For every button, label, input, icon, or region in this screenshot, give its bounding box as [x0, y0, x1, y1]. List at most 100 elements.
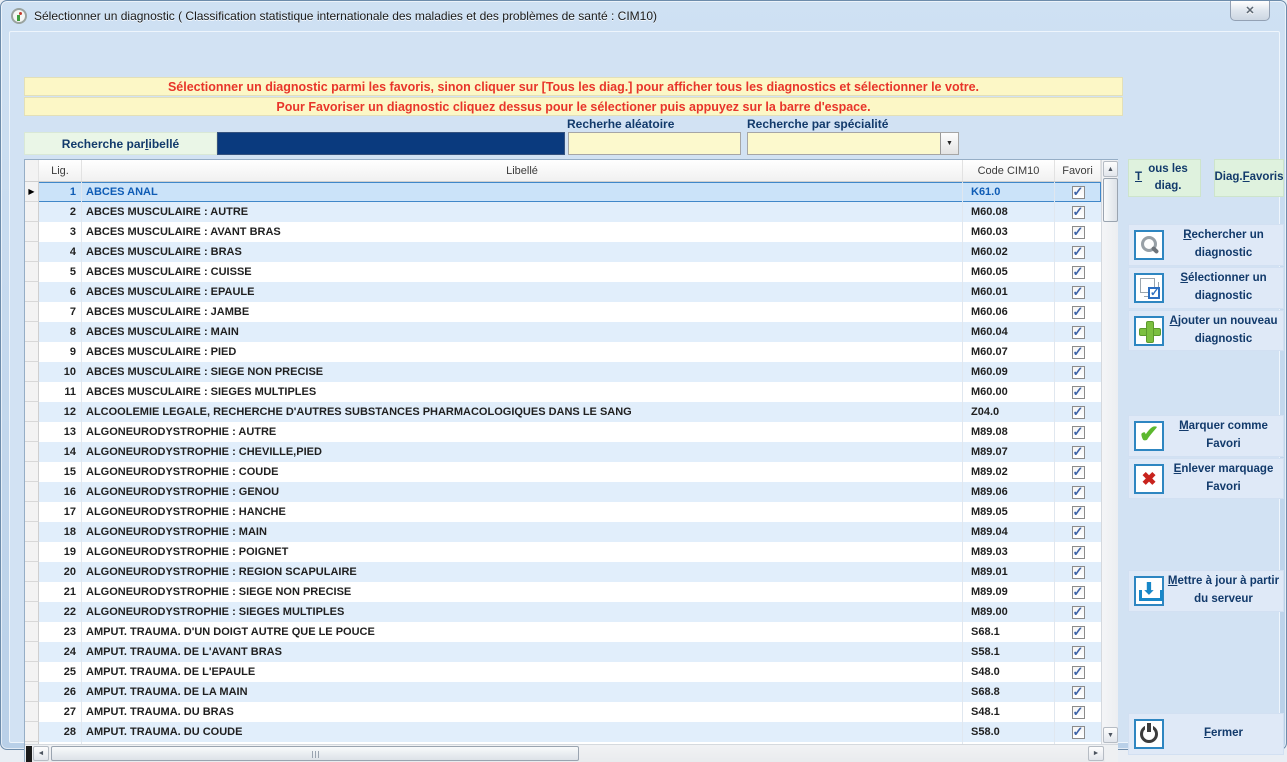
row-lig: 10 [39, 362, 82, 382]
row-libelle: AMPUT. TRAUMA. DE L'EPAULE [82, 662, 963, 682]
favori-checkbox[interactable] [1072, 326, 1085, 339]
search-diagnostic-button[interactable]: Rechercher un diagnostic [1128, 224, 1284, 266]
table-row[interactable]: 19ALGONEURODYSTROPHIE : POIGNETM89.03 [25, 542, 1101, 562]
table-row[interactable]: 3ABCES MUSCULAIRE : AVANT BRASM60.03 [25, 222, 1101, 242]
table-row[interactable]: 13ALGONEURODYSTROPHIE : AUTREM89.08 [25, 422, 1101, 442]
close-button[interactable]: ✕ [1230, 1, 1270, 21]
table-row[interactable]: 24AMPUT. TRAUMA. DE L'AVANT BRASS58.1 [25, 642, 1101, 662]
favori-checkbox[interactable] [1072, 626, 1085, 639]
favori-checkbox[interactable] [1072, 526, 1085, 539]
favori-checkbox[interactable] [1072, 706, 1085, 719]
favori-checkbox[interactable] [1072, 366, 1085, 379]
table-row[interactable]: 26AMPUT. TRAUMA. DE LA MAINS68.8 [25, 682, 1101, 702]
favori-checkbox[interactable] [1072, 606, 1085, 619]
banner-line-1: Sélectionner un diagnostic parmi les fav… [24, 77, 1123, 96]
favori-checkbox[interactable] [1072, 226, 1085, 239]
random-search-input[interactable] [568, 132, 741, 155]
select-diagnostic-button[interactable]: ✓ Sélectionner un diagnostic [1128, 267, 1284, 309]
favori-checkbox[interactable] [1072, 486, 1085, 499]
table-row[interactable]: 10ABCES MUSCULAIRE : SIEGE NON PRECISEM6… [25, 362, 1101, 382]
header-favori[interactable]: Favori [1055, 160, 1101, 181]
table-row[interactable]: 25AMPUT. TRAUMA. DE L'EPAULES48.0 [25, 662, 1101, 682]
favori-checkbox[interactable] [1072, 386, 1085, 399]
favori-checkbox[interactable] [1072, 566, 1085, 579]
table-row[interactable]: ▶1ABCES ANALK61.0 [25, 182, 1101, 202]
row-code-cim10: M60.06 [963, 302, 1055, 322]
favorite-diagnostics-button[interactable]: Diag. Favoris [1214, 159, 1284, 197]
table-row[interactable]: 6ABCES MUSCULAIRE : EPAULEM60.01 [25, 282, 1101, 302]
add-diagnostic-button[interactable]: Ajouter un nouveau diagnostic [1128, 310, 1284, 351]
row-favori-cell [1055, 442, 1101, 462]
favori-checkbox[interactable] [1072, 586, 1085, 599]
table-row[interactable]: 8ABCES MUSCULAIRE : MAINM60.04 [25, 322, 1101, 342]
all-diagnostics-button[interactable]: Tous les diag. [1128, 159, 1201, 197]
table-row[interactable]: 14ALGONEURODYSTROPHIE : CHEVILLE,PIEDM89… [25, 442, 1101, 462]
favori-checkbox[interactable] [1072, 286, 1085, 299]
header-libelle[interactable]: Libellé [82, 160, 963, 181]
specialty-dropdown-button[interactable]: ▼ [940, 133, 958, 154]
scroll-down-button[interactable]: ▼ [1103, 727, 1118, 743]
row-favori-cell [1055, 602, 1101, 622]
scroll-right-button[interactable]: ► [1088, 746, 1104, 761]
mark-favorite-button[interactable]: ✔ Marquer comme Favori [1128, 415, 1284, 457]
favori-checkbox[interactable] [1072, 446, 1085, 459]
row-favori-cell [1055, 222, 1101, 242]
app-icon [11, 8, 27, 24]
table-row[interactable]: 4ABCES MUSCULAIRE : BRASM60.02 [25, 242, 1101, 262]
scroll-left-button[interactable]: ◄ [33, 746, 49, 761]
vertical-scroll-thumb[interactable] [1103, 178, 1118, 222]
favori-checkbox[interactable] [1072, 306, 1085, 319]
table-row[interactable]: 12ALCOOLEMIE LEGALE, RECHERCHE D'AUTRES … [25, 402, 1101, 422]
row-favori-cell [1055, 662, 1101, 682]
favori-checkbox[interactable] [1072, 246, 1085, 259]
unmark-favorite-button[interactable]: ✖ Enlever marquage Favori [1128, 458, 1284, 499]
row-selector-cell [25, 462, 39, 482]
favori-checkbox[interactable] [1072, 406, 1085, 419]
favori-checkbox[interactable] [1072, 186, 1085, 199]
favori-checkbox[interactable] [1072, 666, 1085, 679]
update-from-server-button[interactable]: Mettre à jour à partir du serveur [1128, 570, 1284, 612]
search-by-label-input[interactable] [217, 132, 565, 155]
favori-checkbox[interactable] [1072, 506, 1085, 519]
table-row[interactable]: 2ABCES MUSCULAIRE : AUTREM60.08 [25, 202, 1101, 222]
favori-checkbox[interactable] [1072, 426, 1085, 439]
arrow-up-icon: ▲ [1107, 166, 1114, 173]
favori-checkbox[interactable] [1072, 466, 1085, 479]
table-row[interactable]: 9ABCES MUSCULAIRE : PIEDM60.07 [25, 342, 1101, 362]
row-favori-cell [1055, 502, 1101, 522]
favori-checkbox[interactable] [1072, 206, 1085, 219]
row-lig: 18 [39, 522, 82, 542]
table-row[interactable]: 16ALGONEURODYSTROPHIE : GENOUM89.06 [25, 482, 1101, 502]
table-row[interactable]: 20ALGONEURODYSTROPHIE : REGION SCAPULAIR… [25, 562, 1101, 582]
favori-checkbox[interactable] [1072, 546, 1085, 559]
favori-checkbox[interactable] [1072, 686, 1085, 699]
favori-checkbox[interactable] [1072, 646, 1085, 659]
scroll-up-button[interactable]: ▲ [1103, 161, 1118, 177]
header-lig[interactable]: Lig. [39, 160, 82, 181]
banner-line-2: Pour Favoriser un diagnostic cliquez des… [24, 97, 1123, 116]
favori-checkbox[interactable] [1072, 726, 1085, 739]
table-row[interactable]: 23AMPUT. TRAUMA. D'UN DOIGT AUTRE QUE LE… [25, 622, 1101, 642]
favori-checkbox[interactable] [1072, 266, 1085, 279]
table-row[interactable]: 28AMPUT. TRAUMA. DU COUDES58.0 [25, 722, 1101, 742]
table-row[interactable]: 15ALGONEURODYSTROPHIE : COUDEM89.02 [25, 462, 1101, 482]
fermer-button[interactable]: Fermer [1128, 713, 1284, 755]
random-search-label: Recherhe aléatoire [567, 117, 674, 131]
row-lig: 1 [39, 182, 82, 202]
row-lig: 14 [39, 442, 82, 462]
title-bar[interactable]: Sélectionner un diagnostic ( Classificat… [1, 1, 1286, 31]
row-code-cim10: M60.05 [963, 262, 1055, 282]
table-row[interactable]: 18ALGONEURODYSTROPHIE : MAINM89.04 [25, 522, 1101, 542]
table-row[interactable]: 22ALGONEURODYSTROPHIE : SIEGES MULTIPLES… [25, 602, 1101, 622]
table-row[interactable]: 7ABCES MUSCULAIRE : JAMBEM60.06 [25, 302, 1101, 322]
table-row[interactable]: 11ABCES MUSCULAIRE : SIEGES MULTIPLESM60… [25, 382, 1101, 402]
horizontal-scroll-thumb[interactable] [51, 746, 579, 761]
table-row[interactable]: 21ALGONEURODYSTROPHIE : SIEGE NON PRECIS… [25, 582, 1101, 602]
row-favori-cell [1055, 402, 1101, 422]
favori-checkbox[interactable] [1072, 346, 1085, 359]
table-row[interactable]: 27AMPUT. TRAUMA. DU BRASS48.1 [25, 702, 1101, 722]
specialty-dropdown[interactable]: ▼ [747, 132, 959, 155]
table-row[interactable]: 17ALGONEURODYSTROPHIE : HANCHEM89.05 [25, 502, 1101, 522]
header-code-cim10[interactable]: Code CIM10 [963, 160, 1055, 181]
table-row[interactable]: 5ABCES MUSCULAIRE : CUISSEM60.05 [25, 262, 1101, 282]
